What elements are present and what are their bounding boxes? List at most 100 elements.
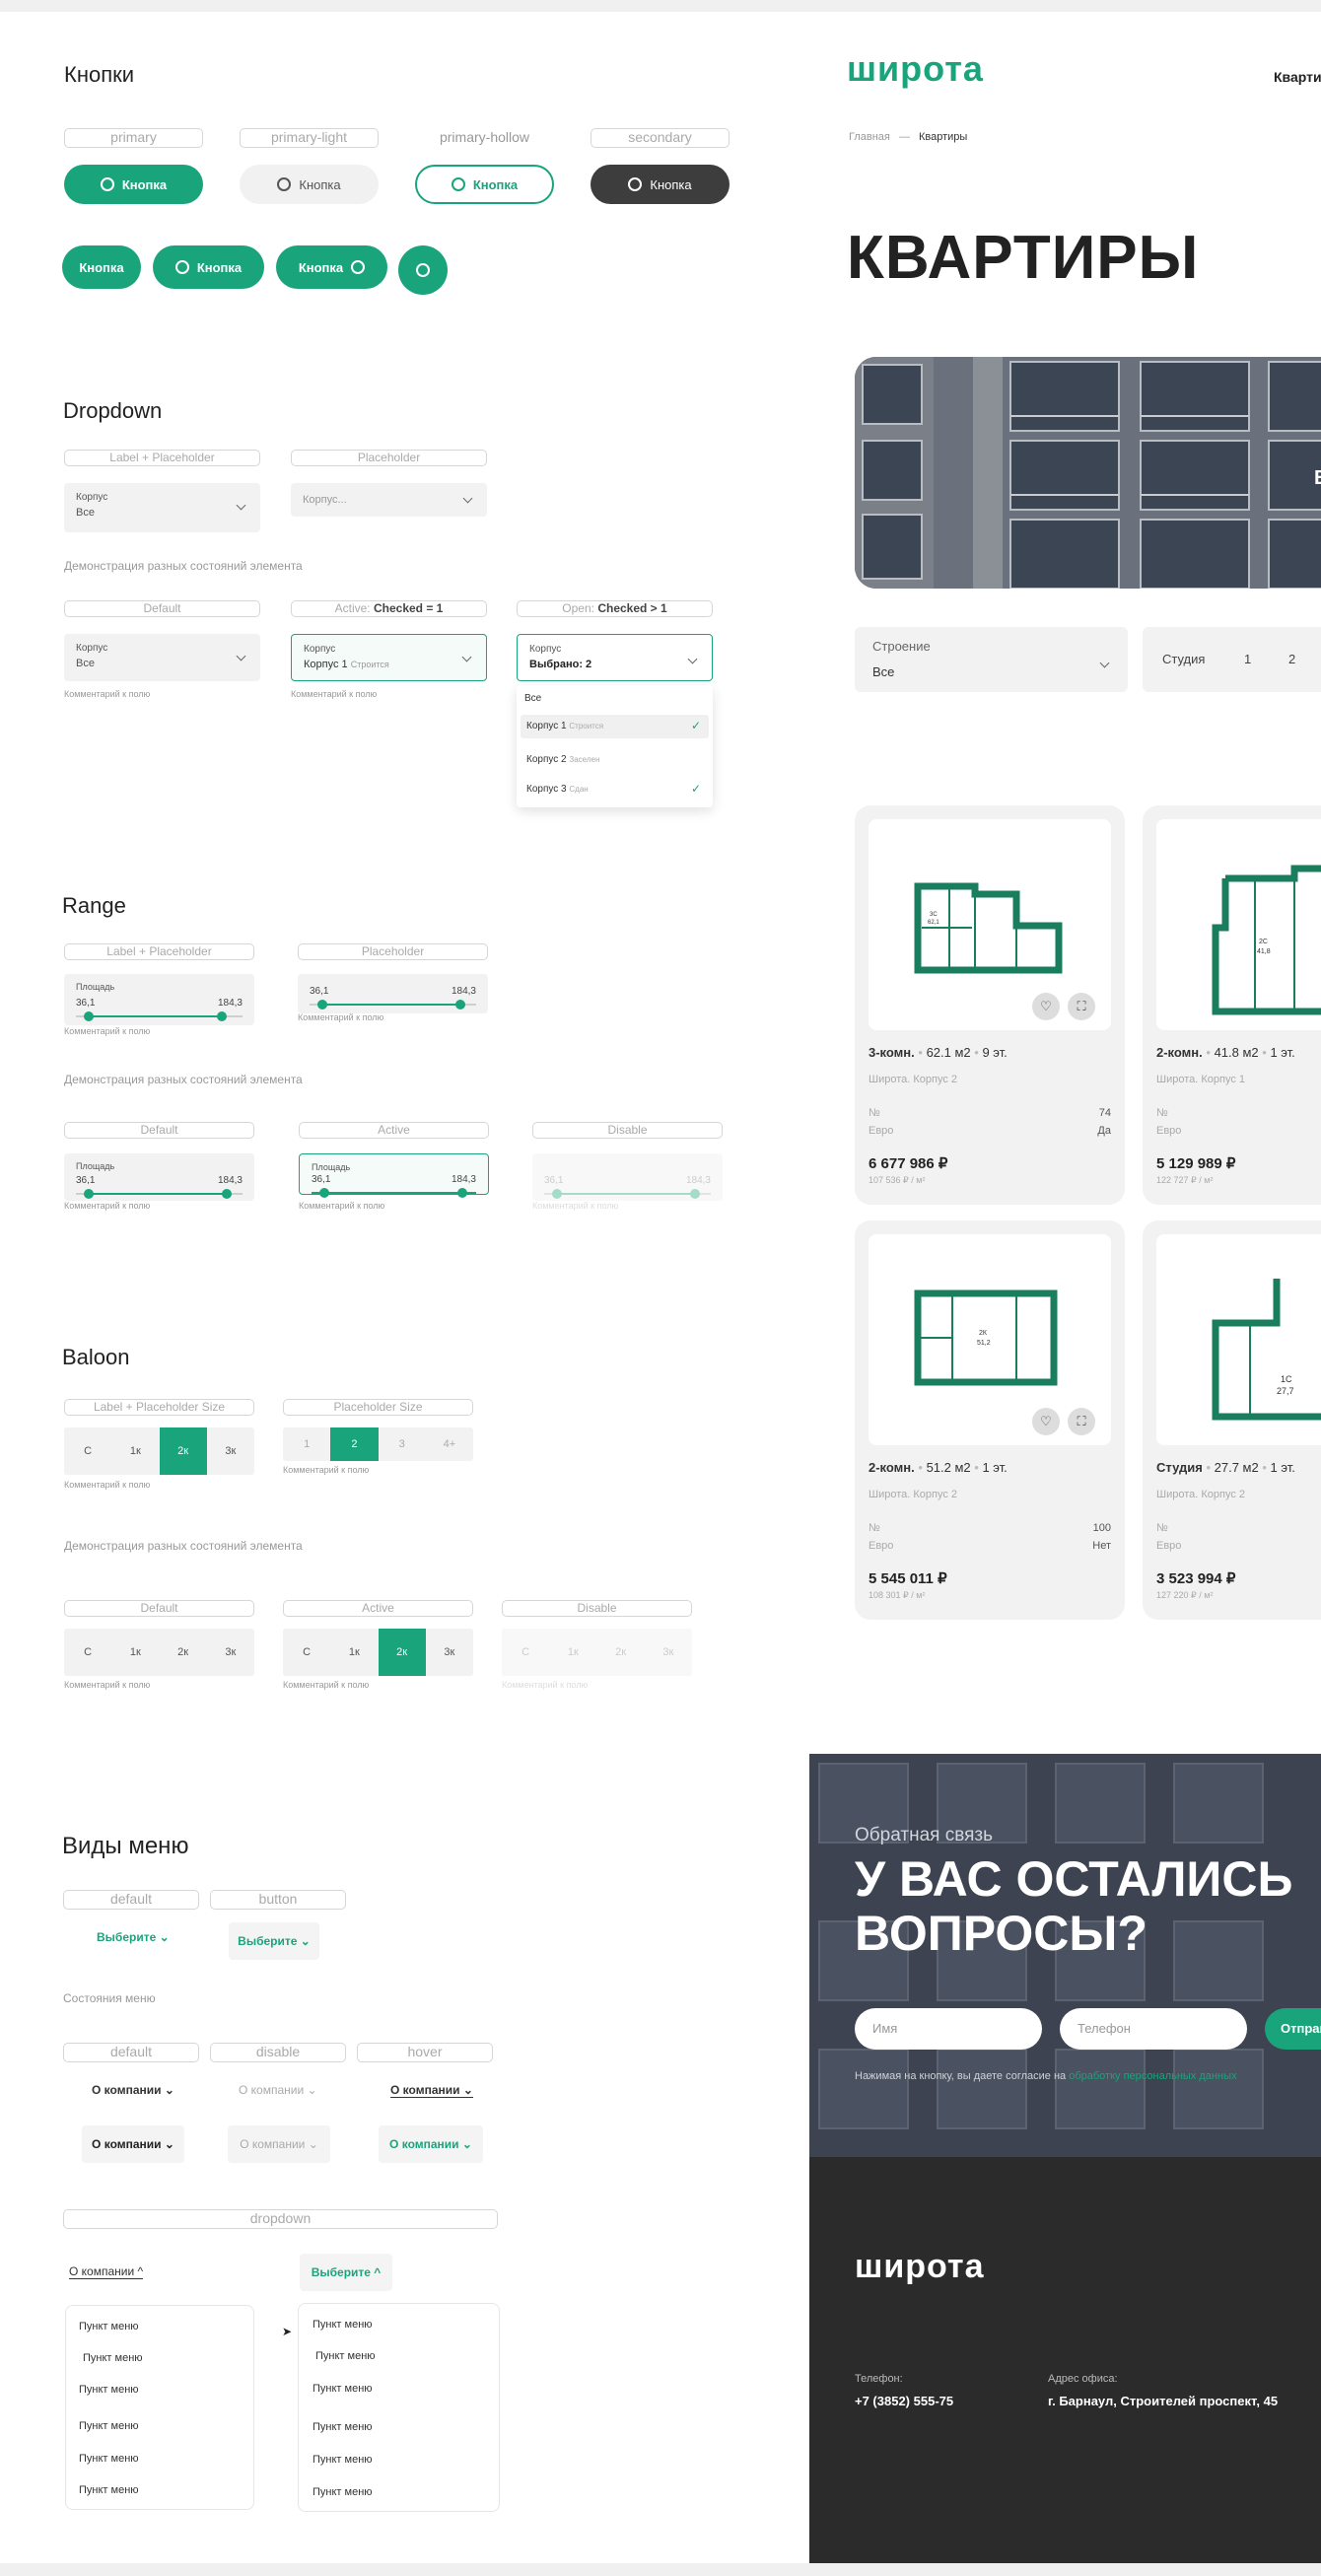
option-korpus-3[interactable]: Корпус 3 Сдан (526, 784, 589, 795)
consent-link[interactable]: обработку персональных данных (1069, 2070, 1236, 2082)
range-slider-placeholder[interactable]: 36,1 184,3 (298, 974, 488, 1013)
expand-fullscreen-icon[interactable]: ⛶ (1068, 1408, 1095, 1435)
menu-item[interactable]: Пункт меню (313, 2454, 373, 2466)
menu-item[interactable]: Пункт меню (83, 2352, 143, 2364)
option-korpus-1[interactable]: Корпус 1 Строится ✓ (521, 715, 709, 738)
dropdown-default[interactable]: Корпус Все (64, 634, 260, 681)
menu-item[interactable]: Пункт меню (79, 2453, 139, 2465)
dropdown-field-label[interactable]: Корпус Все (64, 483, 260, 532)
tag-label-placeholder: Label + Placeholder (64, 450, 260, 466)
apartment-card[interactable]: 2К 51,2 ♡ ⛶ 2-комн. • 51.2 м2 • 1 эт. Ши… (855, 1220, 1125, 1620)
baloon-option[interactable]: 4+ (426, 1427, 473, 1461)
icon-left-button[interactable]: Кнопка (153, 245, 264, 289)
primary-light-button[interactable]: Кнопка (240, 165, 379, 204)
apartment-card[interactable]: 2С 41,8 2-комн. • 41.8 м2 • 1 эт. Широта… (1143, 805, 1321, 1205)
menu-select-open[interactable]: Выберите ^ (300, 2254, 392, 2291)
text-only-button[interactable]: Кнопка (62, 245, 141, 289)
dropdown-open[interactable]: Корпус Выбрано: 2 (517, 634, 713, 681)
rooms-option-2[interactable]: 2 (1288, 652, 1295, 666)
dropdown-active[interactable]: Корпус Корпус 1 Строится (291, 634, 487, 681)
svg-text:3С: 3С (930, 912, 938, 918)
footer-logo[interactable]: широта (855, 2248, 985, 2286)
menu-item[interactable]: Пункт меню (79, 2384, 139, 2396)
baloon-option[interactable]: 2к (378, 1629, 426, 1676)
baloon-option[interactable]: С (283, 1629, 330, 1676)
feedback-heading-line2: ВОПРОСЫ? (855, 1906, 1147, 1961)
breadcrumb-home[interactable]: Главная (849, 131, 890, 143)
favorite-heart-icon[interactable]: ♡ (1032, 993, 1060, 1020)
expand-fullscreen-icon[interactable]: ⛶ (1068, 993, 1095, 1020)
chevron-down-icon (236, 651, 246, 661)
favorite-heart-icon[interactable]: ♡ (1032, 1408, 1060, 1435)
menu-item[interactable]: Пункт меню (313, 2486, 373, 2498)
rooms-option-1[interactable]: 1 (1244, 652, 1251, 666)
dropdown-field-placeholder[interactable]: Корпус... (291, 483, 487, 517)
range-slider-active[interactable]: Площадь 36,1 184,3 (299, 1153, 489, 1198)
send-button[interactable]: Отправ (1265, 2008, 1321, 2050)
menu-item[interactable]: Пункт меню (79, 2420, 139, 2432)
hero-image: Е (855, 357, 1321, 589)
menu-item[interactable]: Пункт меню (313, 2383, 373, 2395)
menu-about-hover[interactable]: О компании ⌄ (390, 2083, 473, 2098)
name-input[interactable]: Имя (855, 2008, 1042, 2050)
circle-icon (416, 263, 430, 277)
site-logo[interactable]: широта (847, 51, 984, 87)
menu-item[interactable]: Пункт меню (315, 2350, 376, 2362)
menu-about-button-default[interactable]: О компании ⌄ (82, 2125, 184, 2163)
menu-item[interactable]: Пункт меню (79, 2484, 139, 2496)
dropdown-title: Dropdown (63, 398, 163, 423)
baloon-option[interactable]: 3 (379, 1427, 426, 1461)
option-korpus-2[interactable]: Корпус 2 Заселен (526, 754, 599, 765)
range-handle-max[interactable] (217, 1011, 227, 1021)
range-handle-min[interactable] (319, 1188, 329, 1198)
phone-input[interactable]: Телефон (1060, 2008, 1247, 2050)
baloon-option[interactable]: 2 (330, 1427, 379, 1461)
baloon-option[interactable]: 1 (283, 1427, 330, 1461)
baloon-option[interactable]: 3к (426, 1629, 473, 1676)
apartment-card[interactable]: 3С 62,1 ♡ ⛶ 3-комн. • 62.1 м2 • 9 эт. Ши… (855, 805, 1125, 1205)
baloon-option[interactable]: 3к (207, 1427, 254, 1475)
primary-hollow-button[interactable]: Кнопка (415, 165, 554, 204)
menu-select-button[interactable]: Выберите ⌄ (229, 1922, 319, 1960)
baloon-option[interactable]: С (64, 1427, 111, 1475)
building-filter[interactable]: Строение Все (855, 627, 1128, 692)
baloon-option[interactable]: 2к (160, 1629, 207, 1676)
primary-button[interactable]: Кнопка (64, 165, 203, 204)
chevron-down-icon: ⌄ (461, 2137, 472, 2151)
nav-apartments[interactable]: Кварти (1274, 69, 1321, 85)
footer-address: г. Барнаул, Строителей проспект, 45 (1048, 2394, 1279, 2408)
baloon-option[interactable]: 1к (111, 1427, 159, 1475)
baloon-option[interactable]: 2к (159, 1427, 207, 1475)
tag-disable: Disable (502, 1600, 692, 1617)
range-slider-default[interactable]: Площадь 36,1 184,3 (64, 1153, 254, 1201)
range-handle-min[interactable] (317, 1000, 327, 1010)
range-handle-max[interactable] (222, 1189, 232, 1199)
icon-only-button[interactable] (398, 245, 448, 295)
menu-item[interactable]: Пункт меню (79, 2321, 139, 2332)
apartment-card[interactable]: 1С 27,7 Студия • 27.7 м2 • 1 эт. Широта.… (1143, 1220, 1321, 1620)
menu-item[interactable]: Пункт меню (313, 2421, 373, 2433)
menu-item[interactable]: Пункт меню (313, 2319, 373, 2331)
option-all[interactable]: Все (524, 693, 541, 704)
svg-text:2С: 2С (1259, 939, 1268, 945)
circle-icon (351, 260, 366, 274)
menu-about-open[interactable]: О компании ^ (69, 2264, 144, 2279)
footer-phone[interactable]: +7 (3852) 555-75 (855, 2394, 953, 2408)
range-handle-max[interactable] (457, 1188, 467, 1198)
chevron-down-icon (462, 493, 473, 504)
baloon-option[interactable]: 3к (207, 1629, 254, 1676)
secondary-button[interactable]: Кнопка (591, 165, 730, 204)
tag-default: default (63, 1890, 199, 1910)
range-handle-min[interactable] (84, 1189, 94, 1199)
icon-right-button[interactable]: Кнопка (276, 245, 387, 289)
menu-about-default[interactable]: О компании ⌄ (92, 2083, 174, 2097)
rooms-option-studio[interactable]: Студия (1162, 652, 1205, 666)
baloon-option[interactable]: С (64, 1629, 111, 1676)
menu-select-default[interactable]: Выберите ⌄ (97, 1930, 170, 1944)
baloon-option[interactable]: 1к (111, 1629, 159, 1676)
menu-about-button-hover[interactable]: О компании ⌄ (379, 2125, 483, 2163)
range-slider-label[interactable]: Площадь 36,1 184,3 (64, 974, 254, 1025)
range-handle-min[interactable] (84, 1011, 94, 1021)
range-handle-max[interactable] (455, 1000, 465, 1010)
baloon-option[interactable]: 1к (330, 1629, 378, 1676)
